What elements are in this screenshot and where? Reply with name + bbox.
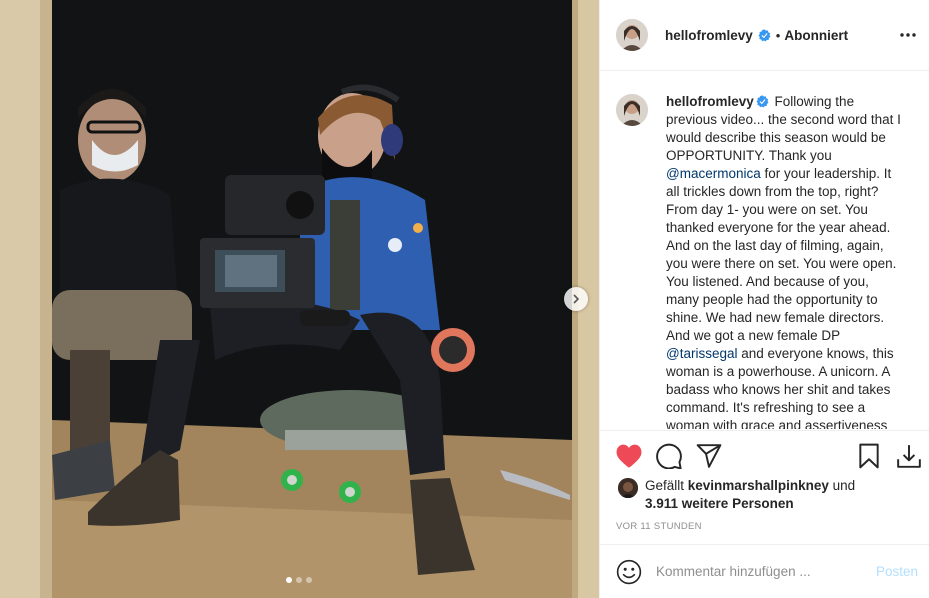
bookmark-icon (859, 443, 879, 469)
caption-username[interactable]: hellofromlevy (666, 94, 754, 109)
download-icon (897, 445, 921, 468)
liker-username[interactable]: kevinmarshallpinkney (688, 478, 829, 493)
more-options-icon (900, 33, 916, 37)
post-header: hellofromlevy • Abonniert (600, 0, 929, 71)
verified-badge-icon (758, 28, 771, 42)
save-button[interactable] (856, 443, 882, 469)
heart-icon (616, 444, 642, 468)
carousel-dot (296, 577, 302, 583)
comment-bar: Posten (600, 544, 929, 598)
comment-icon (656, 443, 682, 469)
caption-area: hellofromlevy Following the previous vid… (600, 71, 929, 429)
more-options-button[interactable] (898, 25, 918, 45)
carousel-dot (286, 577, 292, 583)
like-button[interactable] (616, 443, 642, 469)
post-photo (0, 0, 599, 598)
smiley-icon[interactable] (616, 559, 642, 585)
share-button[interactable] (696, 443, 722, 469)
comment-input[interactable] (656, 564, 856, 579)
mention-link[interactable]: @tarissegal (666, 346, 737, 361)
download-button[interactable] (896, 443, 922, 469)
post-comment-button[interactable]: Posten (876, 564, 918, 579)
caption-text: hellofromlevy Following the previous vid… (666, 93, 904, 429)
carousel-dot (306, 577, 312, 583)
chevron-right-icon (573, 294, 580, 304)
caption-body: for your leadership. It all trickles dow… (666, 166, 897, 343)
action-bar (600, 430, 929, 482)
carousel-next-button[interactable] (564, 287, 588, 311)
post-timestamp[interactable]: VOR 11 STUNDEN (616, 521, 702, 532)
author-avatar[interactable] (616, 19, 648, 51)
likes-prefix: Gefällt (645, 478, 688, 493)
liker-avatar[interactable] (618, 478, 638, 498)
mention-link[interactable]: @macermonica (666, 166, 761, 181)
author-username[interactable]: hellofromlevy (665, 28, 753, 43)
follow-status-button[interactable]: Abonniert (784, 28, 848, 43)
post-details-panel: hellofromlevy • Abonniert hellofromlevy … (599, 0, 929, 598)
verified-badge-icon (756, 95, 769, 108)
likes-middle: und (828, 478, 856, 493)
carousel-indicator (286, 577, 312, 583)
comment-button[interactable] (656, 443, 682, 469)
post-media[interactable] (0, 0, 599, 598)
likes-others-link[interactable]: 3.911 weitere Personen (645, 496, 794, 511)
likes-summary: Gefällt kevinmarshallpinkney und 3.911 we… (618, 477, 918, 513)
caption-author-avatar[interactable] (616, 94, 648, 126)
paper-plane-icon (696, 444, 722, 468)
caption: hellofromlevy Following the previous vid… (616, 93, 910, 429)
likes-text: Gefällt kevinmarshallpinkney und 3.911 we… (645, 477, 855, 513)
header-separator: • (775, 27, 781, 43)
